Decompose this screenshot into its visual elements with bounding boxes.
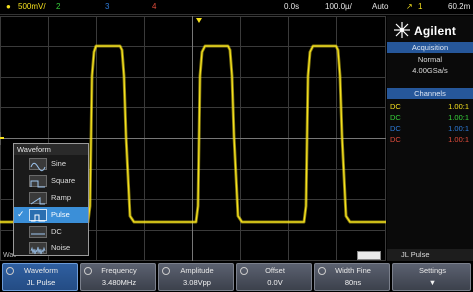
ch2-label: 2: [56, 2, 61, 11]
softkey-frequency[interactable]: Frequency 3.480MHz: [80, 263, 156, 291]
trigger-level: 60.2m: [448, 2, 471, 11]
agilent-spark-icon: [394, 22, 410, 38]
softkey-label: Width Fine: [335, 266, 371, 275]
menu-item-label: Square: [51, 176, 76, 185]
sample-rate: 4.00GSa/s: [412, 66, 448, 75]
softkey-label: Amplitude: [180, 266, 214, 275]
softkey-value: 80ns: [344, 278, 362, 287]
channel-row-4: DC 1.00:1: [388, 134, 471, 145]
channel-row-2: DC 1.00:1: [388, 112, 471, 123]
pulse-icon: [29, 209, 47, 222]
trigger-mode: Auto: [372, 2, 389, 11]
softkey-bar: Waveform JL Pulse Frequency 3.480MHz Amp…: [0, 262, 473, 292]
ch4-label: 4: [152, 2, 157, 11]
softkey-width-fine[interactable]: Width Fine 80ns: [314, 263, 390, 291]
noise-icon: [29, 242, 47, 255]
menu-item-sine[interactable]: Sine: [14, 156, 88, 172]
trigger-source: 1: [418, 2, 423, 11]
softkey-value: JL Pulse: [26, 278, 56, 287]
checkmark-icon: ✓: [17, 209, 25, 219]
time-offset: 0.0s: [284, 2, 300, 11]
side-panel: Agilent Acquisition Normal 4.00GSa/s Cha…: [387, 16, 473, 261]
channel-row-3: DC 1.00:1: [388, 123, 471, 134]
dc-icon: [29, 226, 47, 238]
wavegen-chip-icon: [357, 251, 381, 260]
ch2-coupling: DC: [390, 113, 401, 122]
ch2-probe-ratio: 1.00:1: [448, 113, 469, 122]
trigger-edge-icon: ↗: [406, 2, 413, 11]
acquisition-mode: Normal: [417, 55, 443, 64]
menu-item-ramp[interactable]: Ramp: [14, 190, 88, 206]
ch1-coupling: DC: [390, 102, 401, 111]
channel-row-1: DC 1.00:1: [388, 101, 471, 112]
softkey-value: 0.0V: [267, 278, 283, 287]
menu-item-dc[interactable]: DC: [14, 224, 88, 240]
ch3-coupling: DC: [390, 124, 401, 133]
softkey-value: 3.08Vpp: [183, 278, 211, 287]
time-scale: 100.0µ/: [325, 2, 352, 11]
ch1-marker: ●: [6, 2, 11, 11]
ch1-scale: 500mV/: [18, 2, 46, 11]
menu-item-label: DC: [51, 227, 62, 236]
status-bar: ● 500mV/ 2 3 4 0.0s 100.0µ/ Auto ↗ 1 60.…: [0, 0, 473, 15]
softkey-settings[interactable]: Settings ▼: [392, 263, 471, 291]
wavegen-status-label: JL Pulse: [401, 250, 430, 259]
square-wave-icon: [29, 175, 47, 188]
softkey-waveform[interactable]: Waveform JL Pulse: [2, 263, 78, 291]
ch3-label: 3: [105, 2, 110, 11]
menu-item-label: Sine: [51, 159, 67, 168]
acquisition-header: Acquisition: [387, 42, 473, 53]
menu-item-noise[interactable]: Noise: [14, 240, 88, 256]
waveform-menu-title: Waveform: [14, 144, 88, 155]
softkey-value: 3.480MHz: [101, 278, 137, 287]
menu-item-pulse[interactable]: ✓ Pulse: [14, 207, 88, 223]
menu-item-square[interactable]: Square: [14, 173, 88, 189]
softkey-label: Waveform: [24, 266, 58, 275]
softkey-label: Offset: [265, 266, 285, 275]
menu-item-label: Pulse: [51, 210, 70, 219]
softkey-amplitude[interactable]: Amplitude 3.08Vpp: [158, 263, 234, 291]
menu-item-label: Noise: [51, 243, 71, 252]
wavegen-status: JL Pulse: [387, 249, 473, 261]
sine-icon: [29, 158, 47, 172]
ramp-icon: [29, 192, 47, 205]
menu-item-label: Ramp: [51, 193, 72, 202]
softkey-label: Settings: [418, 266, 447, 275]
softkey-label: Frequency: [101, 266, 137, 275]
softkey-offset[interactable]: Offset 0.0V: [236, 263, 312, 291]
ch1-probe-ratio: 1.00:1: [448, 102, 469, 111]
ch4-coupling: DC: [390, 135, 401, 144]
chevron-down-icon: ▼: [428, 278, 437, 287]
ch3-probe-ratio: 1.00:1: [448, 124, 469, 133]
agilent-logo: Agilent: [387, 20, 473, 40]
channels-header: Channels: [387, 88, 473, 99]
ch4-probe-ratio: 1.00:1: [448, 135, 469, 144]
brand-name: Agilent: [414, 24, 457, 38]
waveform-menu[interactable]: Waveform Sine Square Ramp ✓ Pulse DC Noi…: [13, 143, 89, 256]
